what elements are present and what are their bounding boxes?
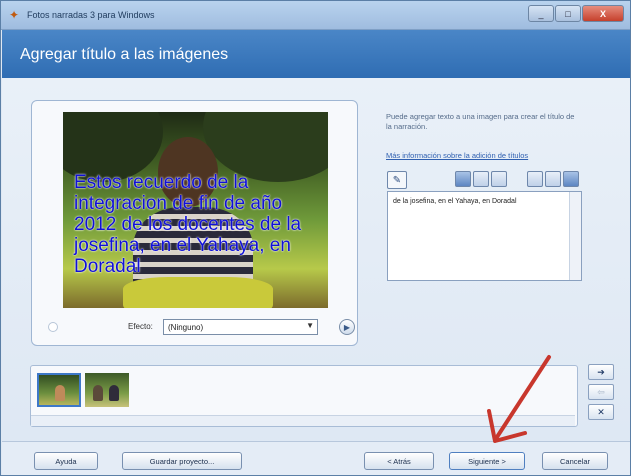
page-title: Agregar título a las imágenes [20, 46, 229, 63]
align-bottom-icon[interactable] [491, 171, 507, 187]
title-text-value: de la josefina, en el Yahaya, en Doradal [393, 198, 517, 205]
thumb-figure [93, 385, 103, 401]
preview-panel: Estos recuerdo de la integracion de fin … [31, 100, 358, 346]
effect-value: (Ninguno) [168, 323, 204, 332]
rewind-icon[interactable] [48, 322, 58, 332]
title-bar: ✦ Fotos narradas 3 para Windows _ □ X [1, 1, 630, 30]
effect-label: Efecto: [128, 322, 153, 331]
cancel-button[interactable]: Cancelar [542, 452, 608, 470]
filmstrip-tools: ➔ ⇦ ✕ [586, 364, 616, 424]
close-button[interactable]: X [582, 5, 624, 22]
thumbnail[interactable] [85, 373, 129, 407]
edit-icon[interactable]: ✎ [387, 171, 407, 189]
thumb-figure [55, 385, 65, 401]
align-center-icon[interactable] [545, 171, 561, 187]
info-text: Puede agregar texto a una imagen para cr… [386, 112, 575, 131]
help-button[interactable]: Ayuda [34, 452, 98, 470]
annotation-arrow-head [487, 409, 527, 443]
align-middle-icon[interactable] [473, 171, 489, 187]
effect-row: Efecto: (Ninguno) ▼ ▶ [48, 319, 355, 337]
arrow-left-icon[interactable]: ⇦ [588, 384, 614, 400]
annotation-arrow [487, 355, 551, 443]
window-controls: _ □ X [527, 5, 624, 23]
chevron-down-icon: ▼ [306, 321, 314, 330]
title-overlay: Estos recuerdo de la integracion de fin … [74, 172, 302, 277]
photo-preview: Estos recuerdo de la integracion de fin … [63, 112, 328, 308]
minimize-button[interactable]: _ [528, 5, 554, 22]
maximize-button[interactable]: □ [555, 5, 581, 22]
more-info-link[interactable]: Más información sobre la adición de títu… [386, 151, 576, 161]
back-button[interactable]: < Atrás [364, 452, 434, 470]
header-band: Agregar título a las imágenes [2, 30, 630, 78]
thumbnail-selected[interactable] [37, 373, 81, 407]
align-top-icon[interactable] [455, 171, 471, 187]
thumb-figure [109, 385, 119, 401]
title-text-input[interactable]: de la josefina, en el Yahaya, en Doradal [387, 191, 582, 281]
align-left-icon[interactable] [527, 171, 543, 187]
effect-select[interactable]: (Ninguno) ▼ [163, 319, 318, 335]
align-right-icon[interactable] [563, 171, 579, 187]
format-toolbar: ✎ [387, 171, 583, 189]
annotation-arrow-shaft [495, 355, 551, 439]
play-icon[interactable]: ▶ [339, 319, 355, 335]
text-scrollbar[interactable] [569, 192, 581, 280]
next-button[interactable]: Siguiente > [449, 452, 525, 470]
window-title: Fotos narradas 3 para Windows [27, 10, 155, 20]
arrow-right-icon[interactable]: ➔ [588, 364, 614, 380]
save-project-button[interactable]: Guardar proyecto... [122, 452, 242, 470]
app-window: ✦ Fotos narradas 3 para Windows _ □ X Ag… [0, 0, 631, 476]
app-icon: ✦ [9, 8, 20, 22]
flowers-shape [123, 277, 273, 308]
delete-icon[interactable]: ✕ [588, 404, 614, 420]
